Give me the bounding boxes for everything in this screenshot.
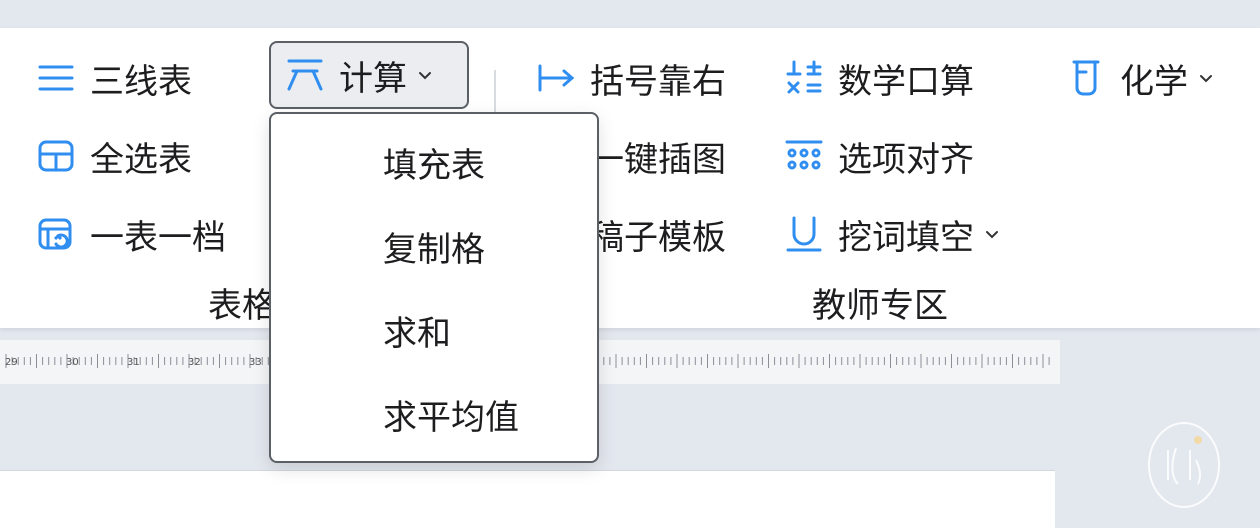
- ruler-number: 32: [188, 357, 201, 368]
- bracket-right-label: 括号靠右: [590, 61, 726, 102]
- underline-icon: [784, 214, 824, 254]
- menu-item-sum[interactable]: 求和: [271, 288, 597, 372]
- ribbon-toolbar: 三线表 全选表 一表一档 表格 括号靠右 一键插图 稿子模板 数学口算 选项对齐…: [0, 28, 1260, 328]
- calculate-icon: [285, 55, 325, 95]
- arrow-right-bar-icon: [536, 58, 576, 98]
- fill-blank-button[interactable]: 挖词填空: [784, 204, 1000, 264]
- table-archive-icon: [36, 214, 76, 254]
- chemistry-button[interactable]: 化学: [1066, 48, 1214, 108]
- bracket-right-button[interactable]: 括号靠右: [536, 48, 726, 108]
- three-line-table-icon: [36, 58, 76, 98]
- ruler-number: 33: [249, 357, 262, 368]
- math-calc-button[interactable]: 数学口算: [784, 48, 974, 108]
- menu-item-average[interactable]: 求平均值: [271, 372, 597, 456]
- calculate-label: 计算: [339, 58, 407, 99]
- menu-item-copy-cell[interactable]: 复制格: [271, 204, 597, 288]
- chevron-down-icon: [417, 67, 433, 83]
- math-calc-label: 数学口算: [838, 61, 974, 102]
- select-table-icon: [36, 136, 76, 176]
- chevron-down-icon: [984, 226, 1000, 242]
- select-table-button[interactable]: 全选表: [36, 126, 192, 186]
- math-calc-icon: [784, 58, 824, 98]
- calculate-button[interactable]: 计算: [269, 41, 469, 109]
- insert-image-label: 一键插图: [590, 139, 726, 180]
- table-archive-button[interactable]: 一表一档: [36, 204, 226, 264]
- chevron-down-icon: [1198, 70, 1214, 86]
- menu-item-fill-table[interactable]: 填充表: [271, 120, 597, 204]
- ruler-number: 31: [127, 357, 140, 368]
- align-options-label: 选项对齐: [838, 139, 974, 180]
- fill-blank-label: 挖词填空: [838, 217, 974, 258]
- three-line-table-label: 三线表: [90, 61, 192, 102]
- three-line-table-button[interactable]: 三线表: [36, 48, 192, 108]
- chemistry-label: 化学: [1120, 61, 1188, 102]
- group-teacher-label: 教师专区: [812, 286, 948, 326]
- align-options-button[interactable]: 选项对齐: [784, 126, 974, 186]
- ruler-number: 30: [66, 357, 79, 368]
- select-table-label: 全选表: [90, 139, 192, 180]
- table-archive-label: 一表一档: [90, 217, 226, 258]
- group-table-label: 表格: [208, 286, 276, 326]
- beaker-icon: [1066, 58, 1106, 98]
- watermark-logo: [1146, 420, 1222, 510]
- ruler-number: 29: [5, 357, 18, 368]
- align-options-icon: [784, 136, 824, 176]
- calculate-dropdown-menu: 填充表 复制格 求和 求平均值: [269, 112, 599, 463]
- document-page[interactable]: [0, 470, 1055, 528]
- template-label: 稿子模板: [590, 217, 726, 258]
